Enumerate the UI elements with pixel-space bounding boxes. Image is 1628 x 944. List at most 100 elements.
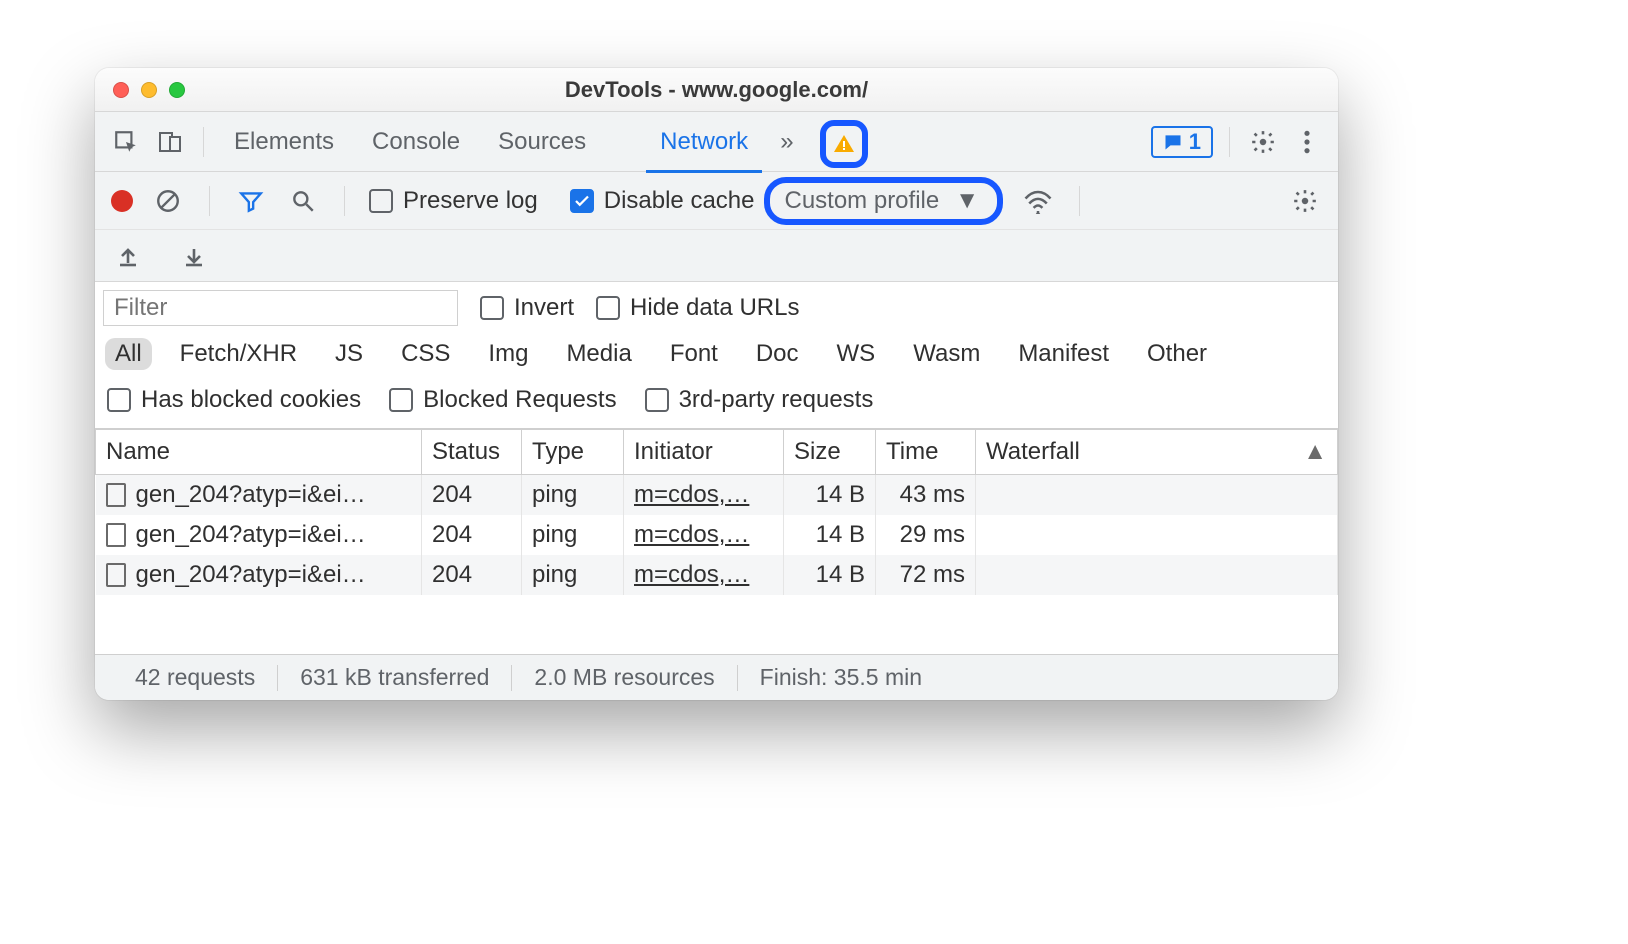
more-menu-icon[interactable]: [1290, 125, 1324, 159]
network-requests-table: Name Status Type Initiator Size Time Wat…: [95, 429, 1338, 595]
col-waterfall-label: Waterfall: [986, 438, 1080, 465]
network-settings-icon[interactable]: [1288, 184, 1322, 218]
divider: [344, 186, 345, 216]
blocked-requests-label: Blocked Requests: [423, 386, 616, 414]
chip-doc[interactable]: Doc: [746, 338, 809, 370]
col-waterfall[interactable]: Waterfall ▲: [976, 430, 1338, 475]
checkbox-icon: [645, 388, 669, 412]
third-party-label: 3rd-party requests: [679, 386, 874, 414]
request-size: 14 B: [784, 475, 876, 516]
request-type: ping: [522, 515, 624, 555]
checkbox-icon: [369, 189, 393, 213]
request-initiator[interactable]: m=cdos,…: [634, 561, 749, 588]
request-type: ping: [522, 475, 624, 516]
filter-input[interactable]: [103, 290, 458, 326]
tab-elements[interactable]: Elements: [220, 128, 348, 156]
chip-manifest[interactable]: Manifest: [1008, 338, 1119, 370]
preserve-log-label: Preserve log: [403, 187, 538, 215]
sort-indicator-icon: ▲: [1303, 438, 1327, 466]
request-time: 29 ms: [876, 515, 976, 555]
devtools-window: DevTools - www.google.com/ Elements Cons…: [95, 68, 1338, 700]
request-initiator[interactable]: m=cdos,…: [634, 481, 749, 508]
download-har-icon[interactable]: [177, 239, 211, 273]
chip-js[interactable]: JS: [325, 338, 373, 370]
preserve-log-checkbox[interactable]: Preserve log: [369, 187, 538, 215]
table-row[interactable]: gen_204?atyp=i&ei… 204 ping m=cdos,… 14 …: [96, 475, 1338, 516]
chip-wasm[interactable]: Wasm: [903, 338, 990, 370]
table-row[interactable]: gen_204?atyp=i&ei… 204 ping m=cdos,… 14 …: [96, 555, 1338, 595]
table-row[interactable]: gen_204?atyp=i&ei… 204 ping m=cdos,… 14 …: [96, 515, 1338, 555]
hide-data-urls-checkbox[interactable]: Hide data URLs: [596, 294, 799, 322]
col-name[interactable]: Name: [96, 430, 422, 475]
divider: [209, 186, 210, 216]
status-finish: Finish: 35.5 min: [738, 664, 944, 691]
document-icon: [106, 483, 126, 507]
console-messages-pill[interactable]: 1: [1151, 126, 1213, 158]
status-resources: 2.0 MB resources: [512, 664, 736, 691]
settings-icon[interactable]: [1246, 125, 1280, 159]
warning-icon: [832, 132, 856, 156]
titlebar: DevTools - www.google.com/: [95, 68, 1338, 112]
inspect-element-icon[interactable]: [109, 125, 143, 159]
checkbox-icon: [596, 296, 620, 320]
tab-network[interactable]: Network: [646, 128, 762, 173]
network-warning-highlight: [820, 120, 868, 168]
window-title: DevTools - www.google.com/: [95, 77, 1338, 103]
third-party-checkbox[interactable]: 3rd-party requests: [645, 386, 874, 414]
dropdown-caret-icon: ▼: [955, 187, 979, 215]
invert-checkbox[interactable]: Invert: [480, 294, 574, 322]
disable-cache-checkbox[interactable]: Disable cache: [570, 187, 755, 215]
request-initiator[interactable]: m=cdos,…: [634, 521, 749, 548]
import-export-toolbar: [95, 230, 1338, 282]
col-initiator[interactable]: Initiator: [624, 430, 784, 475]
request-size: 14 B: [784, 555, 876, 595]
checkbox-icon: [480, 296, 504, 320]
request-type-chips: All Fetch/XHR JS CSS Img Media Font Doc …: [95, 330, 1338, 382]
disable-cache-label: Disable cache: [604, 187, 755, 215]
filter-icon[interactable]: [234, 184, 268, 218]
clear-log-icon[interactable]: [151, 184, 185, 218]
filter-checks-row: Has blocked cookies Blocked Requests 3rd…: [95, 382, 1338, 429]
col-status[interactable]: Status: [422, 430, 522, 475]
status-bar: 42 requests 631 kB transferred 2.0 MB re…: [95, 654, 1338, 700]
request-waterfall: [976, 555, 1338, 595]
chip-img[interactable]: Img: [478, 338, 538, 370]
chip-media[interactable]: Media: [556, 338, 641, 370]
invert-label: Invert: [514, 294, 574, 322]
col-time[interactable]: Time: [876, 430, 976, 475]
request-time: 43 ms: [876, 475, 976, 516]
request-time: 72 ms: [876, 555, 976, 595]
filter-row: Invert Hide data URLs: [95, 282, 1338, 330]
search-icon[interactable]: [286, 184, 320, 218]
blocked-cookies-label: Has blocked cookies: [141, 386, 361, 414]
network-conditions-icon[interactable]: [1021, 184, 1055, 218]
chip-font[interactable]: Font: [660, 338, 728, 370]
col-size[interactable]: Size: [784, 430, 876, 475]
record-button[interactable]: [111, 190, 133, 212]
chip-other[interactable]: Other: [1137, 338, 1217, 370]
tab-sources[interactable]: Sources: [484, 128, 600, 156]
chip-fetch-xhr[interactable]: Fetch/XHR: [170, 338, 307, 370]
tab-console[interactable]: Console: [358, 128, 474, 156]
table-header-row: Name Status Type Initiator Size Time Wat…: [96, 430, 1338, 475]
device-toolbar-icon[interactable]: [153, 125, 187, 159]
blocked-requests-checkbox[interactable]: Blocked Requests: [389, 386, 616, 414]
col-type[interactable]: Type: [522, 430, 624, 475]
request-name: gen_204?atyp=i&ei…: [136, 481, 366, 509]
blocked-cookies-checkbox[interactable]: Has blocked cookies: [107, 386, 361, 414]
hide-data-urls-label: Hide data URLs: [630, 294, 799, 322]
upload-har-icon[interactable]: [111, 239, 145, 273]
divider: [203, 127, 204, 157]
checkbox-checked-icon: [570, 189, 594, 213]
checkbox-icon: [389, 388, 413, 412]
chip-ws[interactable]: WS: [827, 338, 886, 370]
document-icon: [106, 523, 126, 547]
request-status: 204: [422, 555, 522, 595]
throttling-profile-dropdown[interactable]: Custom profile ▼: [764, 177, 1003, 225]
chip-css[interactable]: CSS: [391, 338, 460, 370]
network-toolbar: Preserve log Disable cache Custom profil…: [95, 172, 1338, 230]
checkbox-icon: [107, 388, 131, 412]
request-name: gen_204?atyp=i&ei…: [136, 521, 366, 549]
more-tabs-icon[interactable]: »: [772, 128, 801, 156]
chip-all[interactable]: All: [105, 338, 152, 370]
